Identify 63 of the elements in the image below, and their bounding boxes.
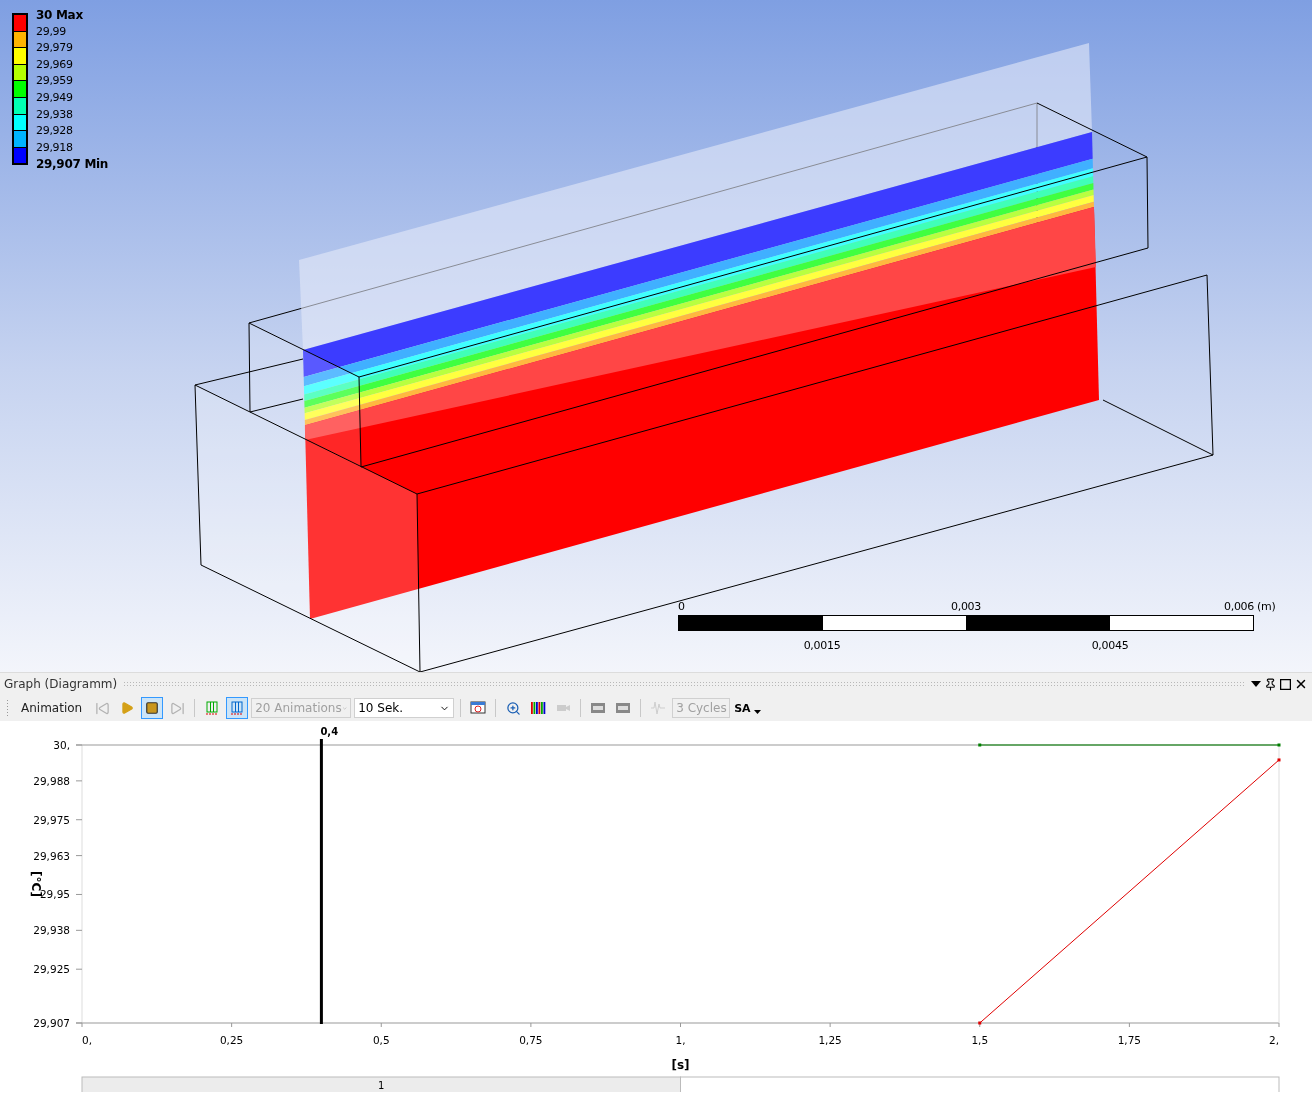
color-grid-icon [530,700,547,716]
legend-label: 29,979 [36,40,74,57]
zoom-icon [505,700,521,716]
legend-label: 29,918 [36,139,74,156]
y-tick-label: 29,988 [33,774,70,787]
stop-icon [145,701,160,715]
scale-label: 0 [678,600,685,613]
scale-label: 0,006 [1224,600,1254,613]
film-strip-icon [615,700,632,716]
toolbar-button[interactable] [141,697,164,719]
scale-label: 0,0015 [803,639,841,652]
legend-label: 29,969 [36,56,74,73]
legend-label: 29,949 [36,89,74,106]
x-tick-label: 1,5 [971,1034,989,1046]
toolbar-label: Animation [21,701,83,715]
time-cursor-line[interactable] [319,739,323,1024]
x-tick-label: 1,25 [818,1034,842,1046]
data-point [978,1021,982,1025]
x-tick-label: 0, [82,1034,93,1046]
time-cursor-label: 0,4 [320,726,339,737]
skip-back-icon [94,700,110,716]
scale-label: 0,003 [951,600,981,613]
data-point [978,743,982,747]
y-tick-label: 29,907 [33,1017,70,1029]
window-export-icon [470,700,487,716]
legend-label: 29,99 [36,23,67,40]
x-tick-label: 0,75 [519,1034,543,1046]
x-tick-label: 1, [675,1034,686,1046]
pin-icon[interactable] [1264,677,1277,691]
y-tick-label: 29,925 [33,963,70,976]
x-tick-label: 0,25 [219,1034,244,1046]
legend-label: 29,907 Min [36,156,109,173]
x-axis-label: [s] [671,1058,690,1072]
duration-dropdown[interactable]: 10 Sek. [354,698,455,718]
legend-label: 29,938 [36,106,74,123]
close-icon[interactable] [1294,677,1308,691]
skip-forward-icon [169,700,185,716]
caret-icon [753,710,761,714]
x-tick-label: 0,5 [372,1034,390,1046]
timeline-segment-label: 1 [378,1080,385,1091]
y-tick-label: 29,938 [33,924,70,937]
data-point [1277,743,1281,747]
film-strip-icon [590,700,607,716]
x-tick-label: 1,75 [1117,1034,1142,1046]
legend-label: 29,928 [36,123,74,140]
x-tick-label: 2, [1268,1034,1279,1046]
scale-unit: (m) [1257,600,1276,613]
bar-chart-icon [204,700,221,716]
y-tick-label: 29,963 [33,849,70,862]
legend-label: 29,959 [36,73,74,90]
y-tick-label: 30, [53,739,70,751]
mode-menu-button[interactable]: SA [733,697,762,719]
maximize-icon[interactable] [1280,678,1291,690]
y-tick-label: 29,975 [33,813,70,826]
panel-title: Graph (Diagramm) [4,677,118,691]
legend-label: 30 Max [36,7,84,24]
data-point [1277,758,1281,762]
scale-label: 0,0045 [1091,639,1129,652]
waveform-icon [650,700,667,716]
play-icon [120,701,135,715]
toolbar-button[interactable] [226,697,249,719]
bar-chart-icon [229,700,246,716]
dropdown-caret-icon[interactable] [1251,681,1261,687]
